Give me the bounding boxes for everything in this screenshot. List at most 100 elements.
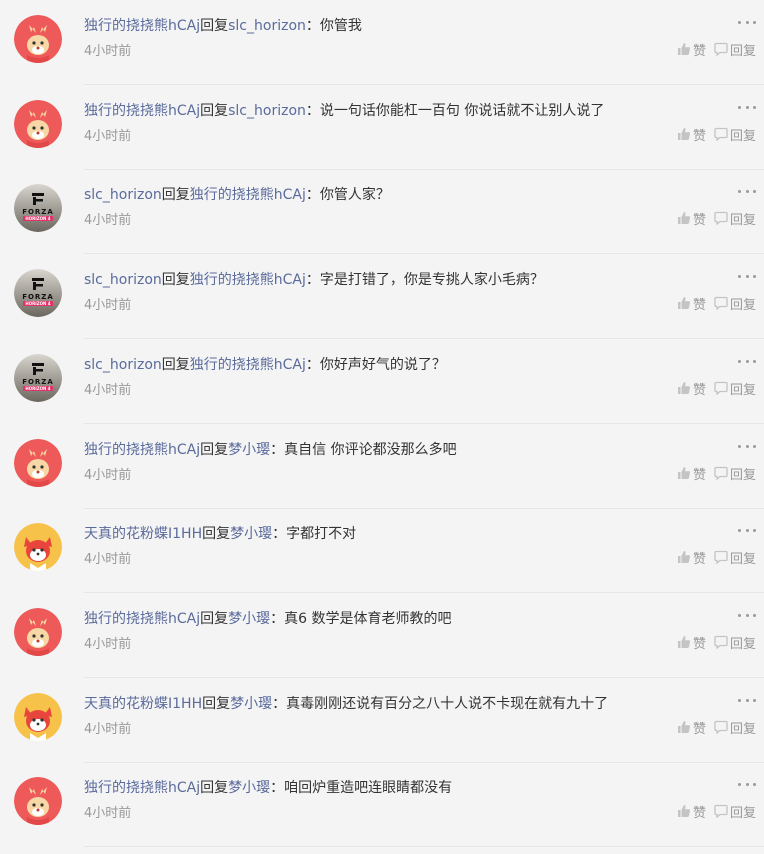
comment-content: 真6 数学是体育老师教的吧 <box>284 611 452 627</box>
author-name[interactable]: 独行的挠挠熊hCAj <box>84 103 200 119</box>
reply-button[interactable]: 回复 <box>714 550 756 570</box>
like-button[interactable]: 赞 <box>677 211 706 231</box>
like-button[interactable]: 赞 <box>677 296 706 316</box>
more-options-icon[interactable] <box>738 268 756 284</box>
thumbs-up-icon <box>677 127 693 147</box>
like-label: 赞 <box>692 383 706 398</box>
reply-target-name[interactable]: 梦小璎 <box>228 611 270 627</box>
more-options-icon[interactable] <box>738 776 756 792</box>
comment-time: 4小时前 <box>84 383 132 398</box>
fox-avatar[interactable] <box>14 693 62 741</box>
comment-content: 字都打不对 <box>286 526 357 542</box>
like-button[interactable]: 赞 <box>677 127 706 147</box>
thumbs-up-icon <box>677 211 693 231</box>
comment-content: 字是打错了，你是专挑人家小毛病？ <box>319 272 544 288</box>
deer-avatar[interactable] <box>14 439 62 487</box>
like-button[interactable]: 赞 <box>677 381 706 401</box>
reply-target-name[interactable]: 梦小璎 <box>230 696 272 712</box>
like-button[interactable]: 赞 <box>677 466 706 486</box>
deer-avatar[interactable] <box>14 15 62 63</box>
author-name[interactable]: 独行的挠挠熊hCAj <box>84 780 200 796</box>
comment-text-line: 独行的挠挠熊hCAj回复梦小璎：咱回炉重造吧连眼睛都没有 <box>84 778 452 798</box>
comment-text-line: slc_horizon回复独行的挠挠熊hCAj：你管人家？ <box>84 185 390 205</box>
reply-target-name[interactable]: 独行的挠挠熊hCAj <box>190 272 306 288</box>
more-options-icon[interactable] <box>738 692 756 708</box>
reply-button[interactable]: 回复 <box>714 211 756 231</box>
forza-logo-text: FORZA <box>22 378 54 386</box>
reply-target-name[interactable]: 独行的挠挠熊hCAj <box>190 187 306 203</box>
like-button[interactable]: 赞 <box>677 635 706 655</box>
reply-button[interactable]: 回复 <box>714 127 756 147</box>
comment-content: 咱回炉重造吧连眼睛都没有 <box>284 780 453 796</box>
reply-icon <box>714 381 730 401</box>
fox-avatar[interactable] <box>14 523 62 571</box>
reply-target-name[interactable]: 梦小璎 <box>228 442 270 458</box>
thumbs-up-icon <box>677 635 693 655</box>
comment-actions: 赞 回复 <box>669 211 756 231</box>
comment-text-line: 天真的花粉蝶I1HH回复梦小璎：真毒刚刚还说有百分之八十人说不卡现在就有九十了 <box>84 694 608 714</box>
like-label: 赞 <box>692 552 706 567</box>
reply-button[interactable]: 回复 <box>714 42 756 62</box>
author-name[interactable]: slc_horizon <box>84 357 162 373</box>
reply-button[interactable]: 回复 <box>714 720 756 740</box>
forza-logo-text: FORZA <box>22 208 54 216</box>
deer-avatar[interactable] <box>14 608 62 656</box>
comment-list: 独行的挠挠熊hCAj回复slc_horizon：你管我 4小时前 赞 回复 独行… <box>0 0 764 854</box>
author-name[interactable]: slc_horizon <box>84 187 162 203</box>
reply-button[interactable]: 回复 <box>714 296 756 316</box>
more-options-icon[interactable] <box>738 522 756 538</box>
more-options-icon[interactable] <box>738 183 756 199</box>
like-label: 赞 <box>692 298 706 313</box>
reply-button[interactable]: 回复 <box>714 804 756 824</box>
reply-to-word: 回复 <box>161 272 190 288</box>
reply-target-name[interactable]: slc_horizon <box>228 18 306 34</box>
reply-to-word: 回复 <box>200 442 229 458</box>
reply-icon <box>714 127 730 147</box>
reply-label: 回复 <box>729 44 756 59</box>
more-options-icon[interactable] <box>738 438 756 454</box>
forza-avatar[interactable]: FORZA HORIZON 4 <box>14 184 62 232</box>
author-name[interactable]: 独行的挠挠熊hCAj <box>84 442 200 458</box>
author-name[interactable]: 独行的挠挠熊hCAj <box>84 18 200 34</box>
more-options-icon[interactable] <box>738 14 756 30</box>
comment-text-line: 独行的挠挠熊hCAj回复梦小璎：真6 数学是体育老师教的吧 <box>84 609 451 629</box>
thumbs-up-icon <box>677 720 693 740</box>
reply-target-name[interactable]: 独行的挠挠熊hCAj <box>190 357 306 373</box>
author-name[interactable]: 天真的花粉蝶I1HH <box>84 696 202 712</box>
thumbs-up-icon <box>677 42 693 62</box>
comment-time: 4小时前 <box>84 298 132 313</box>
like-button[interactable]: 赞 <box>677 42 706 62</box>
reply-icon <box>714 466 730 486</box>
comment-text-line: 独行的挠挠熊hCAj回复梦小璎：真自信 你评论都没那么多吧 <box>84 440 457 460</box>
reply-icon <box>714 211 730 231</box>
reply-target-name[interactable]: 梦小璎 <box>230 526 272 542</box>
more-options-icon[interactable] <box>738 607 756 623</box>
author-name[interactable]: slc_horizon <box>84 272 162 288</box>
comment-content: 你管我 <box>319 18 362 34</box>
more-options-icon[interactable] <box>738 353 756 369</box>
reply-label: 回复 <box>729 552 756 567</box>
author-name[interactable]: 独行的挠挠熊hCAj <box>84 611 200 627</box>
reply-button[interactable]: 回复 <box>714 635 756 655</box>
deer-avatar[interactable] <box>14 100 62 148</box>
reply-target-name[interactable]: 梦小璎 <box>228 780 270 796</box>
like-button[interactable]: 赞 <box>677 720 706 740</box>
deer-avatar[interactable] <box>14 777 62 825</box>
author-name[interactable]: 天真的花粉蝶I1HH <box>84 526 202 542</box>
like-label: 赞 <box>692 637 706 652</box>
comment-item: 独行的挠挠熊hCAj回复梦小璎：真自信 你评论都没那么多吧 4小时前 赞 回复 <box>0 424 764 509</box>
more-options-icon[interactable] <box>738 99 756 115</box>
comment-time: 4小时前 <box>84 806 132 821</box>
comment-text-line: 天真的花粉蝶I1HH回复梦小璎：字都打不对 <box>84 524 356 544</box>
like-button[interactable]: 赞 <box>677 550 706 570</box>
reply-target-name[interactable]: slc_horizon <box>228 103 306 119</box>
comment-actions: 赞 回复 <box>669 296 756 316</box>
reply-button[interactable]: 回复 <box>714 466 756 486</box>
like-button[interactable]: 赞 <box>677 804 706 824</box>
forza-avatar[interactable]: FORZA HORIZON 4 <box>14 269 62 317</box>
comment-content: 你好声好气的说了？ <box>319 357 446 373</box>
reply-icon <box>714 804 730 824</box>
reply-button[interactable]: 回复 <box>714 381 756 401</box>
reply-icon <box>714 42 730 62</box>
forza-avatar[interactable]: FORZA HORIZON 4 <box>14 354 62 402</box>
